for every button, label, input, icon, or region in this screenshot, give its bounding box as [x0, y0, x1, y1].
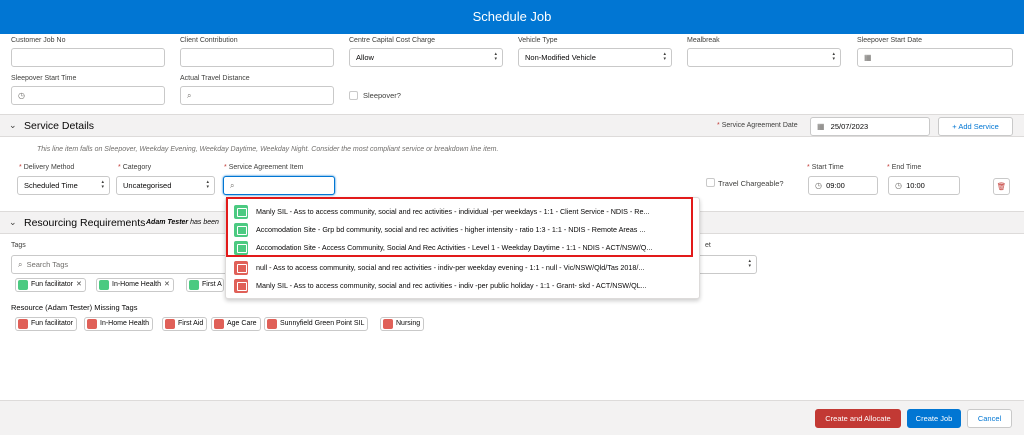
tag-pill: Fun facilitator ✕	[15, 278, 86, 292]
dropdown-option[interactable]: Manly SIL - Ass to access community, soc…	[234, 278, 694, 294]
calendar-icon: ▦	[864, 53, 872, 62]
tags-label: Tags	[11, 242, 26, 249]
search-icon: ⌕	[187, 91, 192, 100]
add-service-button[interactable]: + Add Service	[938, 117, 1013, 136]
create-and-allocate-button[interactable]: Create and Allocate	[815, 409, 901, 428]
tag-icon	[267, 319, 277, 329]
calendar-icon: ▦	[817, 122, 825, 131]
sleepover-start-time-label: Sleepover Start Time	[11, 75, 77, 82]
delivery-method-label: * Delivery Method	[19, 164, 75, 171]
end-time-input[interactable]: ◷ 10:00	[888, 176, 960, 195]
search-icon: ⌕	[230, 181, 235, 190]
tag-pill: First A	[186, 278, 224, 292]
sleepover-label: Sleepover?	[363, 91, 401, 100]
missing-tags-label: Resource (Adam Tester) Missing Tags	[11, 303, 138, 312]
service-agreement-date-label: * Service Agreement Date	[717, 122, 798, 129]
vehicle-type-select[interactable]: Non-Modified Vehicle	[518, 48, 672, 67]
sleepover-start-time-input[interactable]: ◷	[11, 86, 165, 105]
missing-tag-pill: Age Care	[211, 317, 261, 331]
missing-tag-pill: First Aid	[162, 317, 208, 331]
resourcing-title: Resourcing Requirements	[24, 217, 146, 229]
service-note: This line item falls on Sleepover, Weekd…	[37, 146, 499, 153]
actual-travel-distance-label: Actual Travel Distance	[180, 75, 250, 82]
client-contribution-label: Client Contribution	[180, 37, 238, 44]
tag-icon	[214, 319, 224, 329]
delivery-method-select[interactable]: Scheduled Time	[17, 176, 110, 195]
chevron-down-icon: ⌄	[9, 217, 17, 227]
tag-pill: In-Home Health ✕	[96, 278, 174, 292]
modal-title: Schedule Job	[472, 9, 552, 24]
customer-job-no-input[interactable]	[11, 48, 165, 67]
tag-icon	[383, 319, 393, 329]
mealbreak-label: Mealbreak	[687, 37, 720, 44]
customer-job-no-label: Customer Job No	[11, 37, 66, 44]
sleepover-checkbox[interactable]	[349, 91, 358, 100]
end-time-label: * End Time	[887, 164, 922, 171]
partial-field-label: et	[705, 242, 711, 249]
dropdown-option[interactable]: null - Ass to access community, social a…	[234, 260, 694, 276]
chevron-down-icon: ⌄	[9, 120, 17, 130]
modal-header: Schedule Job	[0, 0, 1024, 34]
category-label: * Category	[118, 164, 152, 171]
clock-icon: ◷	[815, 181, 822, 190]
service-details-title: Service Details	[24, 120, 95, 132]
service-agreement-item-label: * Service Agreement Item	[224, 164, 304, 171]
remove-tag-icon[interactable]: ✕	[76, 281, 82, 288]
item-icon	[234, 279, 248, 293]
missing-tag-pill: Sunnyfield Green Point SIL	[264, 317, 369, 331]
tag-icon	[18, 319, 28, 329]
category-select[interactable]: Uncategorised	[116, 176, 215, 195]
missing-tag-pill: In-Home Health	[84, 317, 154, 331]
vehicle-type-label: Vehicle Type	[518, 37, 558, 44]
tag-icon	[18, 280, 28, 290]
sleepover-start-date-input[interactable]: ▦	[857, 48, 1013, 67]
plus-icon: +	[952, 122, 957, 131]
start-time-input[interactable]: ◷ 09:00	[808, 176, 878, 195]
client-contribution-input[interactable]	[180, 48, 334, 67]
service-agreement-item-input[interactable]: ⌕	[223, 176, 335, 195]
service-agreement-date-value: 25/07/2023	[830, 122, 869, 131]
clock-icon: ◷	[18, 91, 25, 100]
create-job-button[interactable]: Create Job	[907, 409, 961, 428]
cancel-button[interactable]: Cancel	[967, 409, 1012, 428]
missing-tag-pill: Nursing	[380, 317, 425, 331]
travel-chargeable-checkbox[interactable]	[706, 178, 715, 187]
tag-icon	[99, 280, 109, 290]
tag-icon	[165, 319, 175, 329]
remove-tag-icon[interactable]: ✕	[164, 281, 170, 288]
tag-icon	[87, 319, 97, 329]
start-time-label: * Start Time	[807, 164, 844, 171]
travel-chargeable-label: Travel Chargeable?	[718, 179, 784, 188]
search-icon: ⌕	[18, 260, 23, 269]
centre-capital-cost-select[interactable]: Allow	[349, 48, 503, 67]
modal-footer: Create and Allocate Create Job Cancel	[0, 400, 1024, 435]
highlight-box	[226, 197, 693, 257]
delete-row-button[interactable]: 🗑	[993, 178, 1010, 195]
resourcing-tester-note: Adam Tester has been	[146, 219, 219, 226]
missing-tag-pill: Fun facilitator	[15, 317, 78, 331]
service-agreement-date-input[interactable]: ▦ 25/07/2023	[810, 117, 930, 136]
clock-icon: ◷	[895, 181, 902, 190]
schedule-job-modal: Schedule Job Customer Job No Client Cont…	[0, 0, 1024, 435]
sleepover-start-date-label: Sleepover Start Date	[857, 37, 922, 44]
tag-icon	[189, 280, 199, 290]
trash-icon: 🗑	[996, 182, 1007, 191]
mealbreak-select[interactable]	[687, 48, 841, 67]
item-icon	[234, 261, 248, 275]
actual-travel-distance-input[interactable]: ⌕	[180, 86, 334, 105]
centre-capital-cost-label: Centre Capital Cost Charge	[349, 37, 435, 44]
